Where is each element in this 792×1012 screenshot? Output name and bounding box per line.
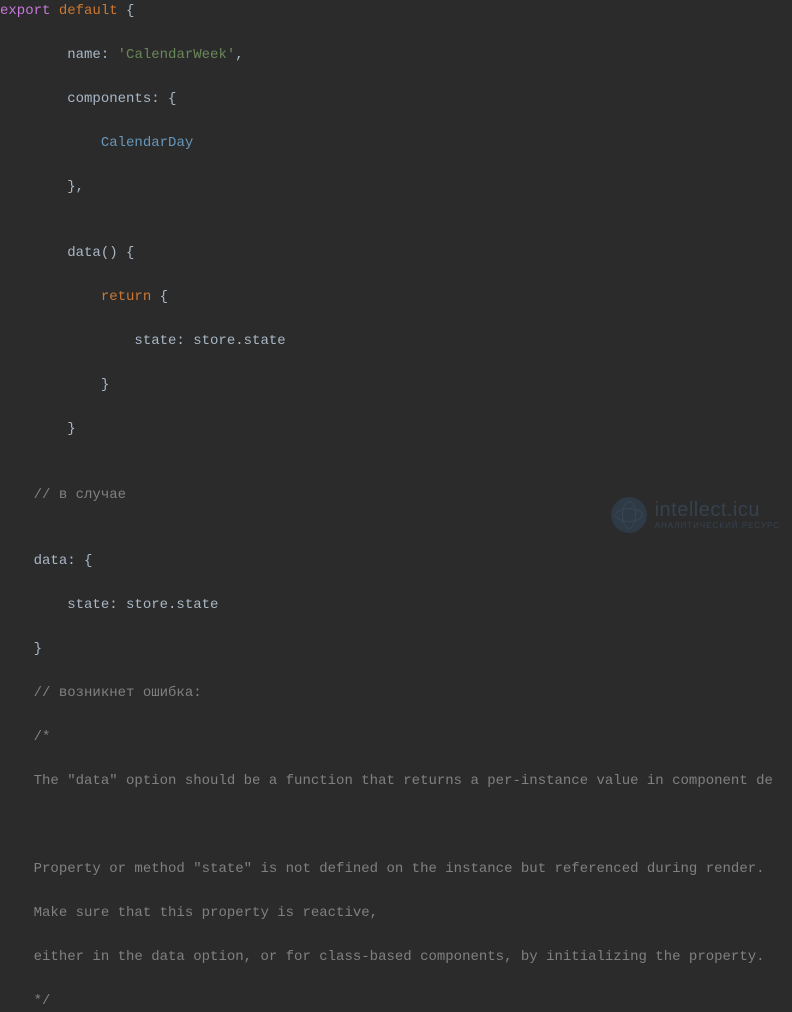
code-line: */ [0, 990, 792, 1012]
code-line: // возникнет ошибка: [0, 682, 792, 704]
code-line: either in the data option, or for class-… [0, 946, 792, 968]
code-line: CalendarDay [0, 132, 792, 154]
brace: { [151, 289, 168, 305]
code-line: } [0, 374, 792, 396]
comment: The "data" option should be a function t… [34, 773, 773, 789]
code-line: name: 'CalendarWeek', [0, 44, 792, 66]
code-line: return { [0, 286, 792, 308]
code-line: }, [0, 176, 792, 198]
brace-close: } [34, 641, 42, 657]
keyword-return: return [101, 289, 151, 305]
code-line-empty [0, 814, 792, 836]
code-line: Property or method "state" is not define… [0, 858, 792, 880]
comment: // в случае [34, 487, 126, 503]
component-ref: CalendarDay [101, 135, 193, 151]
brace: { [160, 91, 177, 107]
string-literal: 'CalendarWeek' [118, 47, 236, 63]
code-line: state: store.state [0, 594, 792, 616]
code-line: } [0, 638, 792, 660]
comment-block-open: /* [34, 729, 51, 745]
code-line: export default { [0, 0, 792, 22]
code-line: // в случае [0, 484, 792, 506]
method-data: data() [67, 245, 117, 261]
code-line: state: store.state [0, 330, 792, 352]
comment: // возникнет ошибка: [34, 685, 202, 701]
code-line: data() { [0, 242, 792, 264]
state-assignment: state: store.state [134, 333, 285, 349]
code-line: /* [0, 726, 792, 748]
code-line: Make sure that this property is reactive… [0, 902, 792, 924]
brace: { [118, 3, 135, 19]
comma: , [235, 47, 243, 63]
brace-close: } [67, 421, 75, 437]
code-line: } [0, 418, 792, 440]
code-line: The "data" option should be a function t… [0, 770, 792, 792]
brace-close: } [101, 377, 109, 393]
comment: Property or method "state" is not define… [34, 861, 765, 877]
state-assignment: state: store.state [67, 597, 218, 613]
property-name: name: [67, 47, 109, 63]
keyword-default: default [59, 3, 118, 19]
keyword-export: export [0, 3, 50, 19]
brace: { [118, 245, 135, 261]
comment-block-close: */ [34, 993, 51, 1009]
property-data: data: [34, 553, 76, 569]
code-editor[interactable]: export default { name: 'CalendarWeek', c… [0, 0, 792, 1012]
comment: either in the data option, or for class-… [34, 949, 765, 965]
brace-close: }, [67, 179, 84, 195]
brace: { [76, 553, 93, 569]
code-line: data: { [0, 550, 792, 572]
comment: Make sure that this property is reactive… [34, 905, 378, 921]
code-line: components: { [0, 88, 792, 110]
property-components: components: [67, 91, 159, 107]
